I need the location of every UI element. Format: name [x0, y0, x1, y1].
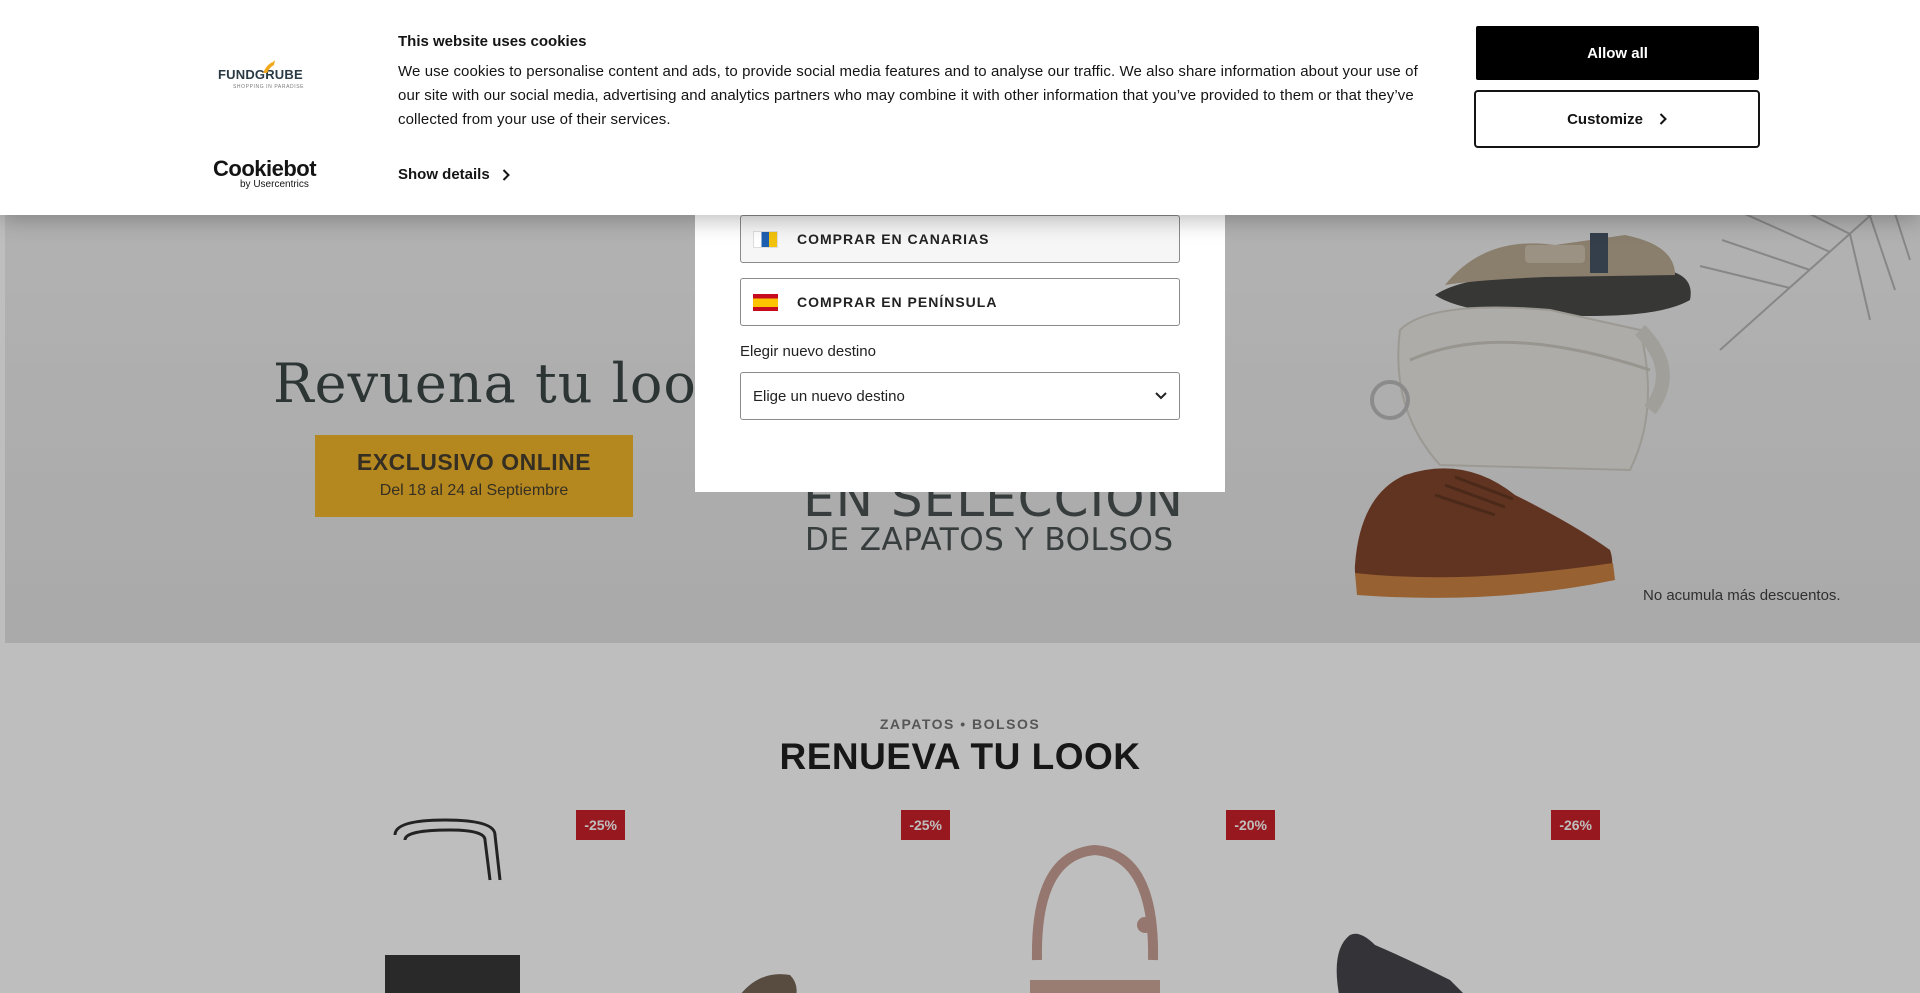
cookie-title: This website uses cookies [398, 33, 587, 50]
show-details-label: Show details [398, 166, 490, 183]
buy-peninsula-button[interactable]: COMPRAR EN PENÍNSULA [740, 278, 1180, 326]
cookiebot-logo: Cookiebot by Usercentrics [213, 158, 317, 192]
chevron-down-icon [1155, 392, 1167, 400]
canarias-flag-icon [753, 230, 778, 248]
chevron-right-icon [502, 168, 510, 181]
kangaroo-icon [263, 60, 275, 73]
fundgrube-logo: FUNDGRUBE SHOPPING IN PARADISE [218, 60, 318, 92]
allow-all-button[interactable]: Allow all [1476, 26, 1759, 80]
fundgrube-logo-tagline: SHOPPING IN PARADISE [233, 84, 305, 90]
customize-label: Customize [1567, 110, 1643, 128]
buy-canarias-label: COMPRAR EN CANARIAS [797, 231, 990, 247]
customize-button[interactable]: Customize [1474, 90, 1760, 148]
cookiebot-logo-text: Cookiebot [213, 156, 317, 181]
cookiebot-logo-subtext: by Usercentrics [240, 179, 309, 190]
cookie-consent-banner: FUNDGRUBE SHOPPING IN PARADISE This webs… [0, 0, 1920, 215]
buy-peninsula-label: COMPRAR EN PENÍNSULA [797, 294, 998, 310]
cookie-description: We use cookies to personalise content an… [398, 63, 1418, 128]
destination-select[interactable]: Elige un nuevo destino [740, 372, 1180, 420]
allow-all-label: Allow all [1587, 44, 1648, 62]
buy-canarias-button[interactable]: COMPRAR EN CANARIAS [740, 215, 1180, 263]
destination-label: Elegir nuevo destino [740, 343, 876, 360]
destination-select-value: Elige un nuevo destino [753, 387, 905, 405]
chevron-right-icon [1659, 113, 1667, 125]
spain-flag-icon [753, 293, 778, 311]
show-details-link[interactable]: Show details [398, 166, 510, 183]
